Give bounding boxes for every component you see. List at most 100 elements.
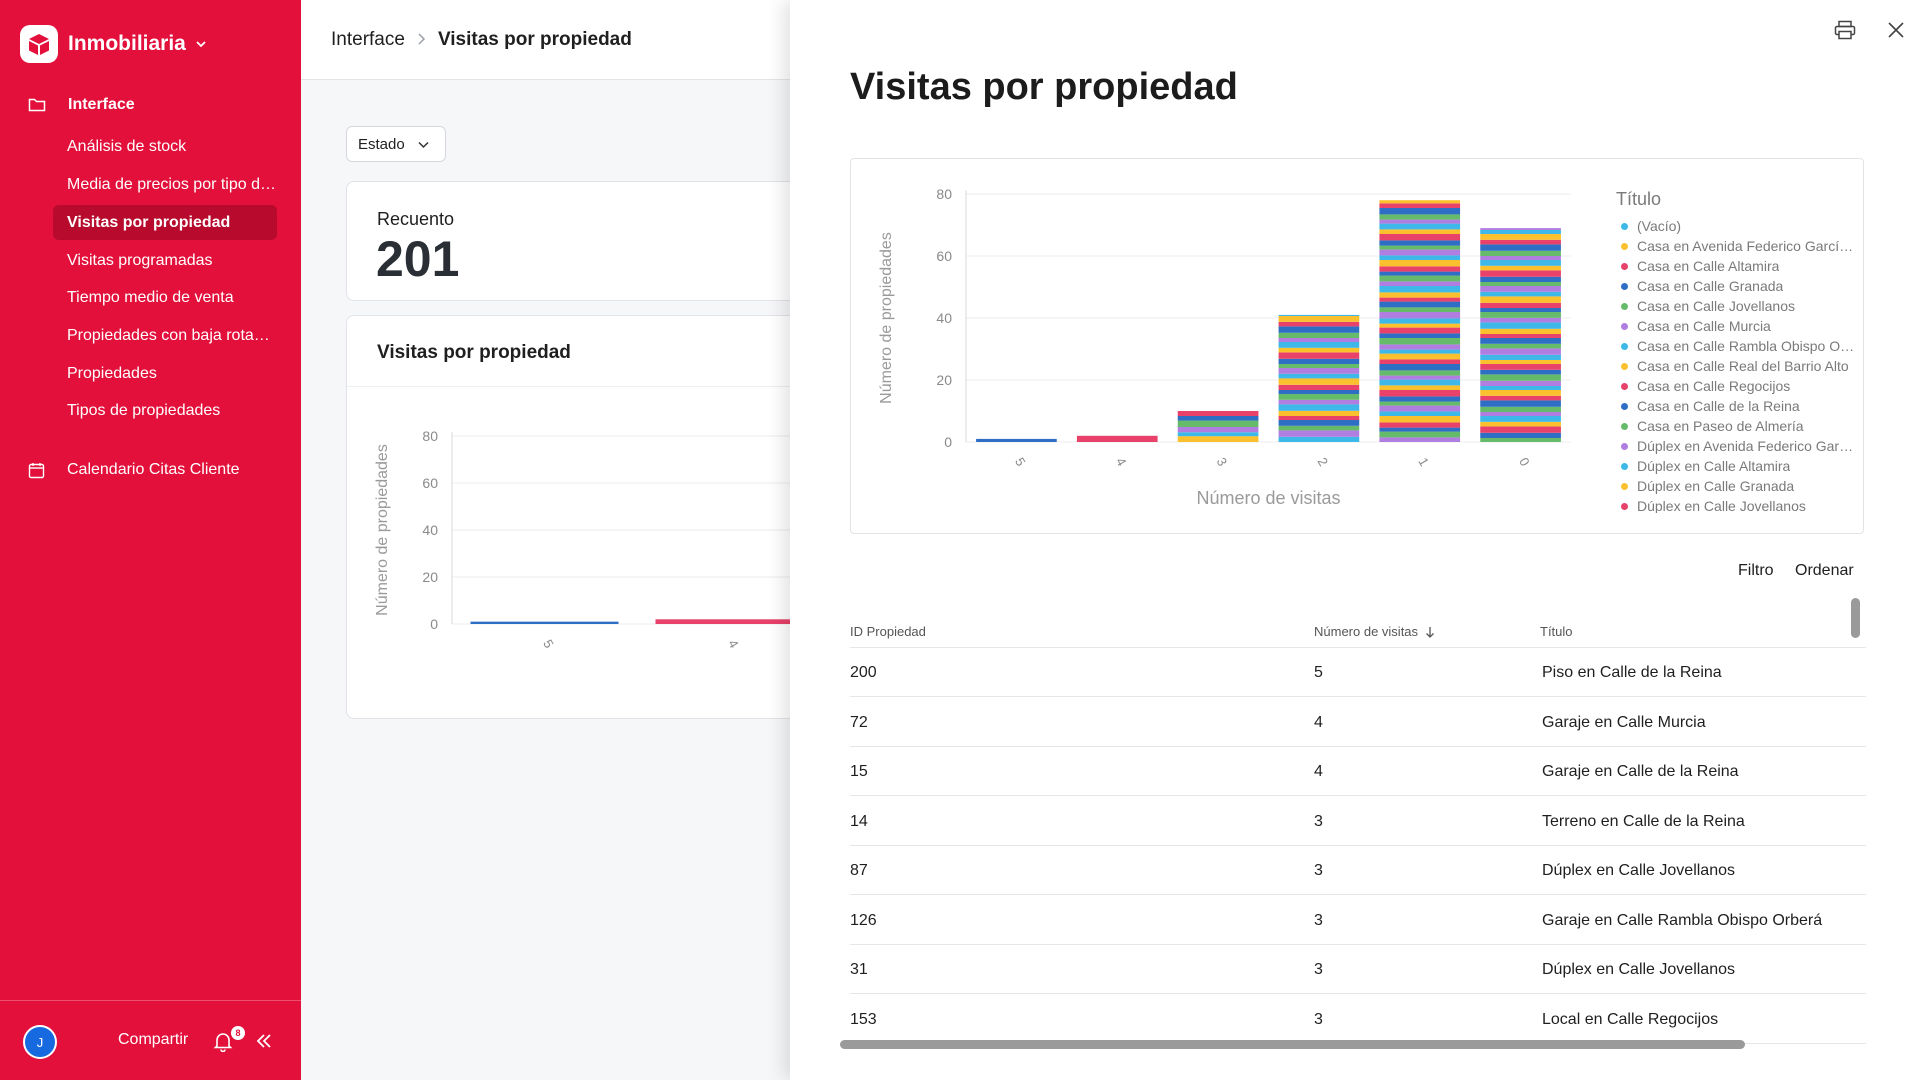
sidebar-section-calendar[interactable]: Calendario Citas Cliente <box>28 458 240 482</box>
bar-4[interactable] <box>655 619 792 624</box>
bar-segment <box>1480 265 1561 271</box>
breadcrumb-separator <box>417 29 426 51</box>
bar-segment <box>1379 338 1461 345</box>
avatar[interactable]: J <box>23 1025 57 1059</box>
y-tick-label: 20 <box>422 569 438 585</box>
legend-item[interactable]: (Vacío) <box>1616 216 1856 236</box>
legend-item[interactable]: Casa en Paseo de Almería <box>1616 416 1856 436</box>
x-tick-label: 4 <box>725 637 742 651</box>
bar-segment <box>1379 223 1461 230</box>
bar-5[interactable] <box>470 621 619 624</box>
collapse-sidebar-icon[interactable] <box>254 1031 274 1051</box>
chart-container: 0 20 40 60 80 Número de propiedades 5 4 3 2 1 0 Núme… <box>850 158 1864 534</box>
bar-segment <box>1379 240 1461 246</box>
legend-item[interactable]: Casa en Avenida Federico García Lorca <box>1616 236 1856 256</box>
legend-item[interactable]: Dúplex en Calle Jovellanos <box>1616 496 1856 513</box>
chart-card[interactable]: Visitas por propiedad 0 20 40 60 80 Número de… <box>346 315 791 719</box>
workspace-switcher[interactable]: Inmobiliaria <box>20 25 208 63</box>
legend-item[interactable]: Casa en Calle Jovellanos <box>1616 296 1856 316</box>
sidebar-item-tiempo-medio[interactable]: Tiempo medio de venta <box>53 280 277 315</box>
table-row[interactable]: 14 3 Terreno en Calle de la Reina <box>850 797 1866 846</box>
legend-item[interactable]: Casa en Calle Murcia <box>1616 316 1856 336</box>
bar-segment <box>1480 250 1561 256</box>
sidebar-section-interface[interactable]: Interface <box>28 93 135 117</box>
sidebar-item-analisis-stock[interactable]: Análisis de stock <box>53 129 277 164</box>
bar-segment <box>1480 438 1561 442</box>
breadcrumb: Interface Visitas por propiedad <box>301 0 791 80</box>
sidebar-item-propiedades[interactable]: Propiedades <box>53 356 277 391</box>
cell-id: 153 <box>850 1010 877 1028</box>
horizontal-scrollbar[interactable] <box>840 1040 1745 1049</box>
main-page: Interface Visitas por propiedad Estado R… <box>301 0 791 1080</box>
bar-segment <box>1379 344 1461 350</box>
count-card[interactable]: Recuento 201 <box>346 181 791 301</box>
bar-segment <box>1278 321 1360 327</box>
bar-4[interactable] <box>1076 435 1158 442</box>
legend-item[interactable]: Casa en Calle Granada <box>1616 276 1856 296</box>
legend-item[interactable]: Dúplex en Avenida Federico García Lorca <box>1616 436 1856 456</box>
sidebar-item-tipos-propiedades[interactable]: Tipos de propiedades <box>53 393 277 428</box>
cell-visits: 3 <box>1314 812 1323 830</box>
bar-3[interactable] <box>1177 411 1259 442</box>
breadcrumb-root[interactable]: Interface <box>331 29 405 51</box>
sidebar-item-visitas-programadas[interactable]: Visitas programadas <box>53 243 277 278</box>
table-row[interactable]: 15 4 Garaje en Calle de la Reina <box>850 747 1866 796</box>
bar-segment <box>1480 291 1561 297</box>
bar-segment <box>1480 260 1561 266</box>
column-header-title[interactable]: Título <box>1540 624 1573 639</box>
close-icon[interactable] <box>1887 21 1905 39</box>
y-tick-label: 60 <box>422 475 438 491</box>
filter-button[interactable]: Filtro <box>1738 562 1774 580</box>
bar-0[interactable] <box>1480 228 1561 442</box>
sidebar-item-media-precios[interactable]: Media de precios por tipo de propiedad <box>53 167 277 202</box>
bar-segment <box>1480 228 1561 230</box>
bar-segment <box>1379 255 1461 260</box>
table-row[interactable]: 87 3 Dúplex en Calle Jovellanos <box>850 846 1866 895</box>
legend-item[interactable]: Casa en Calle Regocijos <box>1616 376 1856 396</box>
bar-segment <box>470 621 619 624</box>
table-row[interactable]: 200 5 Piso en Calle de la Reina <box>850 648 1866 697</box>
bar-segment <box>1278 425 1360 431</box>
bar-segment <box>1379 333 1461 338</box>
table-row[interactable]: 126 3 Garaje en Calle Rambla Obispo Orberá <box>850 896 1866 945</box>
column-header-visits[interactable]: Número de visitas <box>1314 624 1435 639</box>
y-tick-label: 0 <box>944 434 952 450</box>
legend-item[interactable]: Casa en Calle Altamira <box>1616 256 1856 276</box>
legend-item[interactable]: Casa en Calle Real del Barrio Alto <box>1616 356 1856 376</box>
sidebar-footer: J Compartir 8 <box>0 1000 301 1080</box>
bar-5[interactable] <box>976 438 1057 442</box>
bar-segment <box>1278 399 1360 405</box>
legend-item[interactable]: Casa en Calle Rambla Obispo Orberá <box>1616 336 1856 356</box>
table-row[interactable]: 31 3 Dúplex en Calle Jovellanos <box>850 945 1866 994</box>
cell-id: 126 <box>850 911 877 929</box>
bar-2[interactable] <box>1278 314 1360 442</box>
cell-id: 15 <box>850 763 868 780</box>
cell-title: Terreno en Calle de la Reina <box>1542 812 1745 830</box>
count-value: 201 <box>376 231 460 287</box>
cell-title: Garaje en Calle Rambla Obispo Orberá <box>1542 911 1823 929</box>
legend-item[interactable]: Dúplex en Calle Altamira <box>1616 456 1856 476</box>
vertical-scrollbar[interactable] <box>1851 598 1860 638</box>
estado-filter-dropdown[interactable]: Estado <box>346 126 446 162</box>
bar-1[interactable] <box>1379 200 1461 442</box>
legend-label: Dúplex en Calle Altamira <box>1637 458 1791 474</box>
legend-item[interactable]: Casa en Calle de la Reina <box>1616 396 1856 416</box>
folder-icon <box>28 98 46 112</box>
print-icon[interactable] <box>1834 20 1856 40</box>
share-button[interactable]: Compartir <box>118 1031 188 1049</box>
bar-segment <box>1379 260 1461 267</box>
sidebar-item-baja-rotacion[interactable]: Propiedades con baja rotación <box>53 318 277 353</box>
sidebar-item-visitas-propiedad[interactable]: Visitas por propiedad <box>53 205 277 240</box>
legend-item[interactable]: Dúplex en Calle Granada <box>1616 476 1856 496</box>
bar-segment <box>1278 373 1360 379</box>
cell-title: Garaje en Calle de la Reina <box>1542 763 1739 780</box>
column-header-id[interactable]: ID Propiedad <box>850 624 926 639</box>
table-row[interactable]: 72 4 Garaje en Calle Murcia <box>850 698 1866 747</box>
bar-segment <box>1177 416 1259 421</box>
table-row[interactable]: 153 3 Local en Calle Regocijos <box>850 995 1866 1044</box>
bar-segment <box>1379 312 1461 319</box>
sort-button[interactable]: Ordenar <box>1795 562 1854 580</box>
x-tick-label: 2 <box>1315 455 1332 469</box>
bar-segment <box>1480 360 1561 364</box>
breadcrumb-current: Visitas por propiedad <box>437 28 632 50</box>
